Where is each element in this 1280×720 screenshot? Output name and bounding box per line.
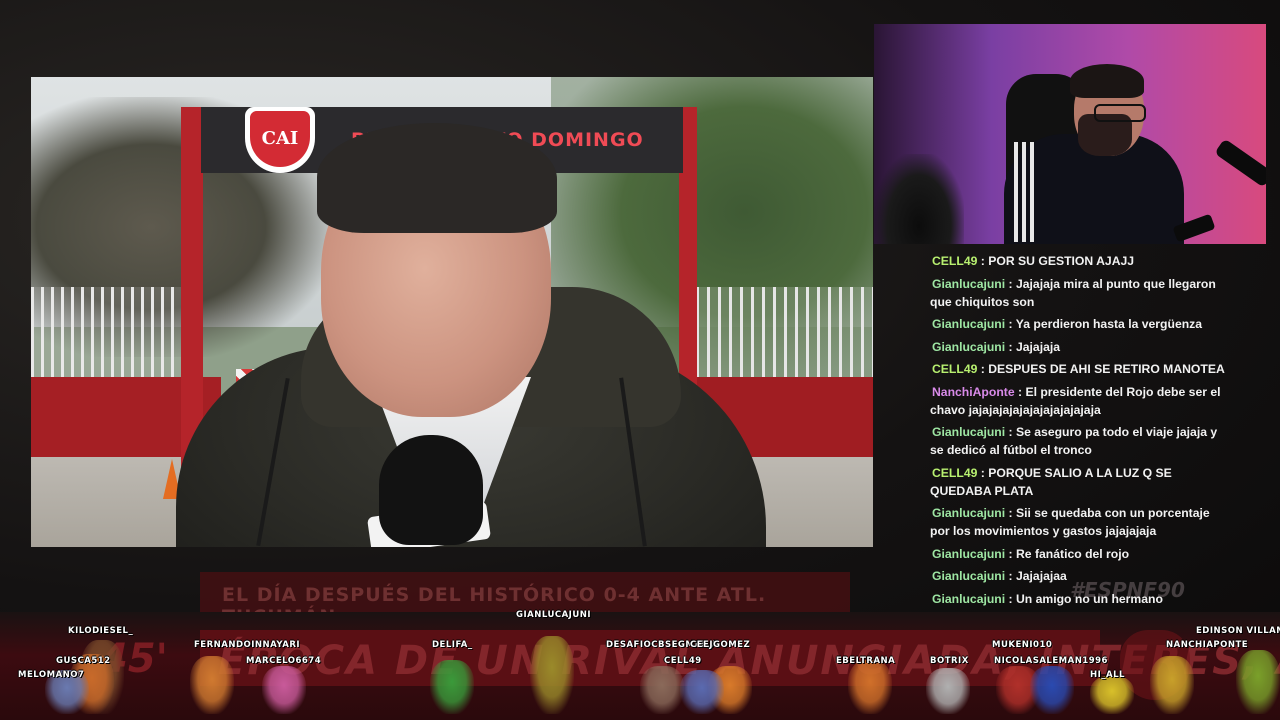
chat-message: CELL49 : DESPUES DE AHI SE RETIRO MANOTE…	[926, 360, 1226, 378]
club-shield-text: CAI	[250, 111, 310, 167]
chat-message: Gianlucajuni : Se aseguro pa todo el via…	[926, 423, 1226, 459]
chat-separator: :	[1005, 506, 1016, 520]
viewer-avatar-sprite	[1090, 676, 1134, 714]
chat-separator: :	[1005, 276, 1016, 291]
chat-separator: :	[1005, 591, 1016, 606]
viewer-avatar-sprite	[1236, 650, 1280, 714]
chat-message: CELL49 : POR SU GESTION AJAJJ	[926, 252, 1226, 270]
chat-username[interactable]: Gianlucajuni	[930, 506, 1005, 520]
chat-text: Jajajaja	[1015, 339, 1061, 354]
microphone-icon	[1214, 138, 1266, 188]
jacket-stripe	[1014, 142, 1018, 242]
viewer-avatar-sprite	[640, 666, 684, 714]
chat-username[interactable]: CELL49	[930, 254, 977, 268]
jacket-stripe	[1030, 142, 1034, 242]
chat-text: Ya perdieron hasta la vergüenza	[1015, 317, 1203, 331]
viewer-avatar-name: CELL49	[664, 656, 702, 666]
viewer-avatar-name: EDINSON VILLAMIZ	[1196, 626, 1280, 636]
main-video-feed[interactable]: CAI PREDIO SANTO DOMINGO	[31, 77, 873, 547]
chat-message: Gianlucajuni : Ya perdieron hasta la ver…	[926, 315, 1226, 333]
viewer-avatar-sprite	[530, 636, 574, 714]
viewer-avatar-name: MELOMANO7	[18, 670, 85, 680]
viewer-avatar-sprite	[1150, 656, 1194, 714]
viewer-avatar-sprite	[262, 666, 306, 714]
chat-overlay: CELL49 : POR SU GESTION AJAJJ Gianlucajun…	[926, 252, 1226, 618]
chat-separator: :	[1005, 339, 1016, 354]
viewer-avatar-name: NANCHIAPONTE	[1166, 640, 1249, 650]
chat-text: DESPUES DE AHI SE RETIRO MANOTEA	[988, 362, 1225, 376]
jacket-stripe	[1022, 142, 1026, 242]
chat-username[interactable]: NanchiAponte	[930, 385, 1015, 399]
chat-separator: :	[1014, 384, 1026, 399]
viewer-avatar-sprite	[848, 660, 892, 714]
chat-username[interactable]: Gianlucajuni	[930, 277, 1005, 291]
viewer-avatar-name: KILODIESEL_	[68, 626, 134, 636]
gate-pillar-left	[181, 107, 203, 467]
viewer-avatar-sprite	[1030, 666, 1074, 714]
chat-username[interactable]: Gianlucajuni	[930, 425, 1005, 439]
chat-message: Gianlucajuni : Jajajajaa	[926, 567, 1226, 585]
chat-message: Gianlucajuni : Jajajaja mira al punto qu…	[926, 275, 1226, 311]
chat-separator: :	[1005, 317, 1016, 331]
chat-username[interactable]: Gianlucajuni	[930, 547, 1005, 561]
viewer-avatar-name: MARCELO6674	[246, 656, 322, 666]
viewer-avatar-name: GUSCA512	[56, 656, 111, 666]
viewer-avatar-name: GIANLUCAJUNI	[516, 610, 592, 620]
chat-text: Jajajajaa	[1015, 569, 1067, 583]
chat-message: CELL49 : PORQUE SALIO A LA LUZ Q SE QUED…	[926, 464, 1226, 500]
streamer-hair	[1070, 64, 1144, 98]
chat-message: Gianlucajuni : Re fanático del rojo	[926, 545, 1226, 563]
reporter-hair	[317, 123, 557, 233]
club-shield-icon: CAI	[245, 107, 315, 173]
microphone-icon	[379, 435, 483, 545]
viewer-avatar-name: NICOLASALEMAN1996	[994, 656, 1108, 666]
plant	[874, 154, 964, 244]
viewer-avatar-name: BOTRIX	[930, 656, 969, 666]
chat-message: Gianlucajuni : Un amigo no un hermano	[926, 590, 1226, 608]
viewer-avatar-sprite	[190, 656, 234, 714]
viewer-avatar-name: EBELTRANA	[836, 656, 896, 666]
viewer-avatar-name: FERNANDOINNAYARI	[194, 640, 301, 650]
glasses-icon	[1094, 104, 1146, 122]
viewer-avatar-name: HI_ALL	[1090, 670, 1125, 680]
chat-username[interactable]: CELL49	[930, 466, 977, 480]
chat-message: Gianlucajuni : Sii se quedaba con un por…	[926, 504, 1226, 540]
viewer-avatar-sprite	[926, 668, 970, 714]
viewer-avatar-name: DELIFA_	[432, 640, 473, 650]
chat-message: NanchiAponte : El presidente del Rojo de…	[926, 383, 1226, 419]
chat-separator: :	[1005, 425, 1016, 439]
viewer-avatar-sprite	[430, 660, 474, 714]
viewer-avatars-bar: KILODIESEL_ GUSCA512 MELOMANO7 FERNANDOINNA…	[0, 610, 1280, 720]
chat-separator: :	[977, 254, 989, 268]
chat-separator: :	[977, 362, 989, 376]
fence-left	[31, 287, 181, 377]
chat-separator: :	[1005, 546, 1016, 561]
chat-text: Un amigo no un hermano	[1015, 591, 1163, 606]
viewer-avatar-name: MUKENI010	[992, 640, 1053, 650]
chat-username[interactable]: Gianlucajuni	[930, 592, 1005, 606]
chat-text: Re fanático del rojo	[1015, 546, 1130, 561]
chat-username[interactable]: CELL49	[930, 362, 977, 376]
viewer-avatar-sprite	[680, 670, 724, 714]
chat-username[interactable]: Gianlucajuni	[930, 569, 1005, 583]
chat-message: Gianlucajuni : Jajajaja	[926, 338, 1226, 356]
viewer-avatar-name: CEEJGOMEZ	[690, 640, 751, 650]
chat-separator: :	[977, 465, 989, 480]
chat-username[interactable]: Gianlucajuni	[930, 340, 1005, 354]
chat-text: POR SU GESTION AJAJJ	[988, 254, 1135, 268]
streamer-webcam[interactable]	[874, 24, 1266, 244]
chat-separator: :	[1005, 569, 1016, 583]
chat-username[interactable]: Gianlucajuni	[930, 317, 1005, 331]
